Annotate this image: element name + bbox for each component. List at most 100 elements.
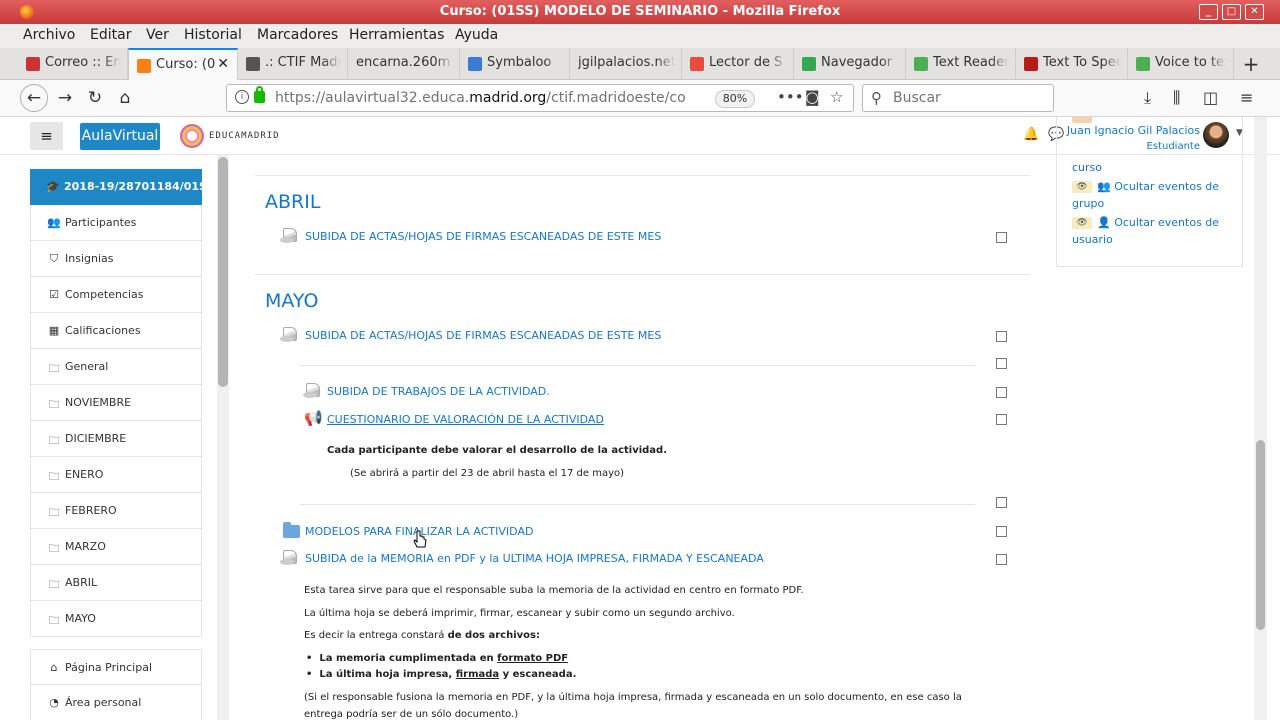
calendar-filter-link[interactable]: grupo (1072, 197, 1104, 210)
activity-link[interactable]: CUESTIONARIO DE VALORACIÓN DE LA ACTIVID… (327, 413, 604, 426)
sidebar-item-general[interactable]: 🗀 General (30, 349, 202, 385)
assignment-description: La última hoja se deberá imprimir, firma… (304, 608, 735, 619)
sidebar-toggle-icon[interactable]: ◫ (1203, 88, 1218, 107)
menu-ayuda[interactable]: Ayuda (455, 27, 498, 43)
sidebar-item-competencias[interactable]: ☑ Competencias (30, 277, 202, 313)
tab[interactable]: Lector de S (682, 48, 794, 80)
sidebar-item-participantes[interactable]: 👥 Participantes (30, 205, 202, 241)
completion-checkbox[interactable] (996, 497, 1007, 508)
search-icon: ⚲ (871, 89, 882, 107)
tab[interactable]: Symbaloo (460, 48, 570, 80)
activity-link[interactable]: SUBIDA DE TRABAJOS DE LA ACTIVIDAD. (327, 385, 550, 398)
sidebar-item-label: DICIEMBRE (65, 432, 127, 445)
completion-checkbox[interactable] (996, 232, 1007, 243)
feedback-megaphone-icon: 📢 (304, 409, 323, 427)
aulavirtual-brand-button[interactable]: AulaVirtual (80, 123, 160, 150)
tab[interactable]: encarna.260m (348, 48, 460, 80)
downloads-icon[interactable]: ⤓ (1144, 88, 1151, 108)
sidebar-item-2018-19-28701184-01ss[interactable]: 🎓 2018-19/28701184/01SS (30, 169, 214, 205)
sidebar-item-mayo[interactable]: 🗀 MAYO (30, 601, 202, 637)
completion-checkbox[interactable] (996, 414, 1007, 425)
sidebar-item-calificaciones[interactable]: ▦ Calificaciones (30, 313, 202, 349)
menu-historial[interactable]: Historial (184, 27, 242, 43)
activity-link[interactable]: SUBIDA DE ACTAS/HOJAS DE FIRMAS ESCANEAD… (305, 230, 661, 243)
url-bar[interactable]: i https://aulavirtual32.educa.madrid.org… (226, 84, 854, 112)
sidebar-item-insignias[interactable]: ⛉ Insignias (30, 241, 202, 277)
search-input[interactable]: ⚲ Buscar (862, 84, 1054, 112)
sidebar-item-página-principal[interactable]: ⌂ Página Principal (30, 649, 202, 685)
menu-archivo[interactable]: Archivo (23, 27, 75, 43)
menu-editar[interactable]: Editar (90, 27, 131, 43)
tab[interactable]: Text Reader (906, 48, 1016, 80)
tab-label: Text Reader (933, 55, 1009, 70)
hamburger-menu-icon[interactable]: ≡ (1240, 88, 1253, 107)
tab[interactable]: Curso: (01SS)✕ (128, 48, 238, 80)
calendar-filter-link[interactable]: curso (1072, 161, 1102, 174)
forward-button-icon[interactable]: → (52, 86, 78, 112)
sidebar-item-abril[interactable]: 🗀 ABRIL (30, 565, 202, 601)
completion-checkbox[interactable] (996, 331, 1007, 342)
eye-icon[interactable]: 👁 (1072, 217, 1092, 229)
sidebar-item-enero[interactable]: 🗀 ENERO (30, 457, 202, 493)
tab-label: encarna.260m (356, 55, 453, 70)
tab-label: Navegador (821, 55, 899, 70)
sidebar-item-noviembre[interactable]: 🗀 NOVIEMBRE (30, 385, 202, 421)
close-window-button[interactable]: ✕ (1245, 4, 1264, 20)
sidebar-item-área-personal[interactable]: ◔ Área personal (30, 685, 202, 720)
users-icon: 👥 (47, 216, 61, 229)
activity-row: SUBIDA DE ACTAS/HOJAS DE FIRMAS ESCANEAD… (255, 226, 1015, 248)
eye-icon[interactable]: 👁 (1072, 181, 1092, 193)
close-tab-icon[interactable]: ✕ (217, 56, 229, 72)
sidebar-item-label: MARZO (65, 540, 106, 553)
activity-link[interactable]: SUBIDA DE ACTAS/HOJAS DE FIRMAS ESCANEAD… (305, 329, 661, 342)
folder-icon: 🗀 (48, 470, 60, 483)
info-icon[interactable]: i (235, 90, 249, 104)
completion-checkbox[interactable] (996, 526, 1007, 537)
tab-label: Curso: (01SS) (156, 57, 215, 72)
url-text[interactable]: https://aulavirtual32.educa.madrid.org/c… (275, 90, 685, 106)
table-icon: ▦ (48, 324, 60, 337)
new-tab-button[interactable]: + (1236, 52, 1266, 76)
zoom-indicator[interactable]: 80% (715, 90, 755, 108)
sidebar-scrollbar[interactable] (217, 155, 229, 720)
tab[interactable]: jgilpalacios.net (570, 48, 682, 80)
minimize-button[interactable]: _ (1199, 4, 1218, 20)
completion-checkbox[interactable] (996, 387, 1007, 398)
lock-icon[interactable] (254, 86, 265, 103)
completion-checkbox[interactable] (996, 554, 1007, 565)
calendar-filter-link[interactable]: 👤 Ocultar eventos de (1097, 216, 1219, 229)
educamadrid-logo-text[interactable]: EDUCAMADRID (209, 131, 280, 141)
assignment-icon (303, 383, 320, 398)
sidebar-item-marzo[interactable]: 🗀 MARZO (30, 529, 202, 565)
sidebar-item-febrero[interactable]: 🗀 FEBRERO (30, 493, 202, 529)
menu-ver[interactable]: Ver (146, 27, 169, 43)
calendar-filter-link[interactable]: 👥 Ocultar eventos de (1097, 180, 1219, 193)
tab[interactable]: .: CTIF Madrid (238, 48, 348, 80)
completion-checkbox[interactable] (996, 358, 1007, 369)
assignment-description: (Si el responsable fusiona la memoria en… (304, 692, 962, 703)
tab-label: Text To Speech (1043, 55, 1121, 70)
home-button-icon[interactable]: ⌂ (112, 86, 138, 112)
notifications-bell-icon[interactable]: 🔔 (1023, 127, 1039, 142)
folder-icon: 🗀 (48, 542, 60, 555)
back-button-icon[interactable]: ← (20, 84, 48, 112)
calendar-filter-link[interactable]: usuario (1072, 233, 1113, 246)
menu-herramientas[interactable]: Herramientas (349, 27, 444, 43)
drawer-toggle-button[interactable]: ≡ (30, 122, 63, 150)
tab[interactable]: Correo :: Entrada (18, 48, 128, 80)
tab[interactable]: Voice to text (1128, 48, 1234, 80)
section-title-abril[interactable]: ABRIL (265, 191, 320, 213)
check-square-icon: ☑ (49, 288, 59, 301)
sidebar-item-diciembre[interactable]: 🗀 DICIEMBRE (30, 421, 202, 457)
educamadrid-logo-icon[interactable] (180, 124, 204, 148)
reload-button-icon[interactable]: ↻ (82, 86, 108, 112)
library-icon[interactable]: ⫼ (1173, 88, 1180, 108)
page-scrollbar[interactable] (1254, 117, 1267, 720)
eye-icon[interactable] (1072, 117, 1092, 123)
section-title-mayo[interactable]: MAYO (265, 290, 318, 312)
tab[interactable]: Navegador (794, 48, 906, 80)
tab[interactable]: Text To Speech (1016, 48, 1128, 80)
maximize-button[interactable]: □ (1222, 4, 1241, 20)
menu-marcadores[interactable]: Marcadores (257, 27, 338, 43)
activity-link[interactable]: SUBIDA de la MEMORIA en PDF y la ULTIMA … (305, 552, 764, 565)
